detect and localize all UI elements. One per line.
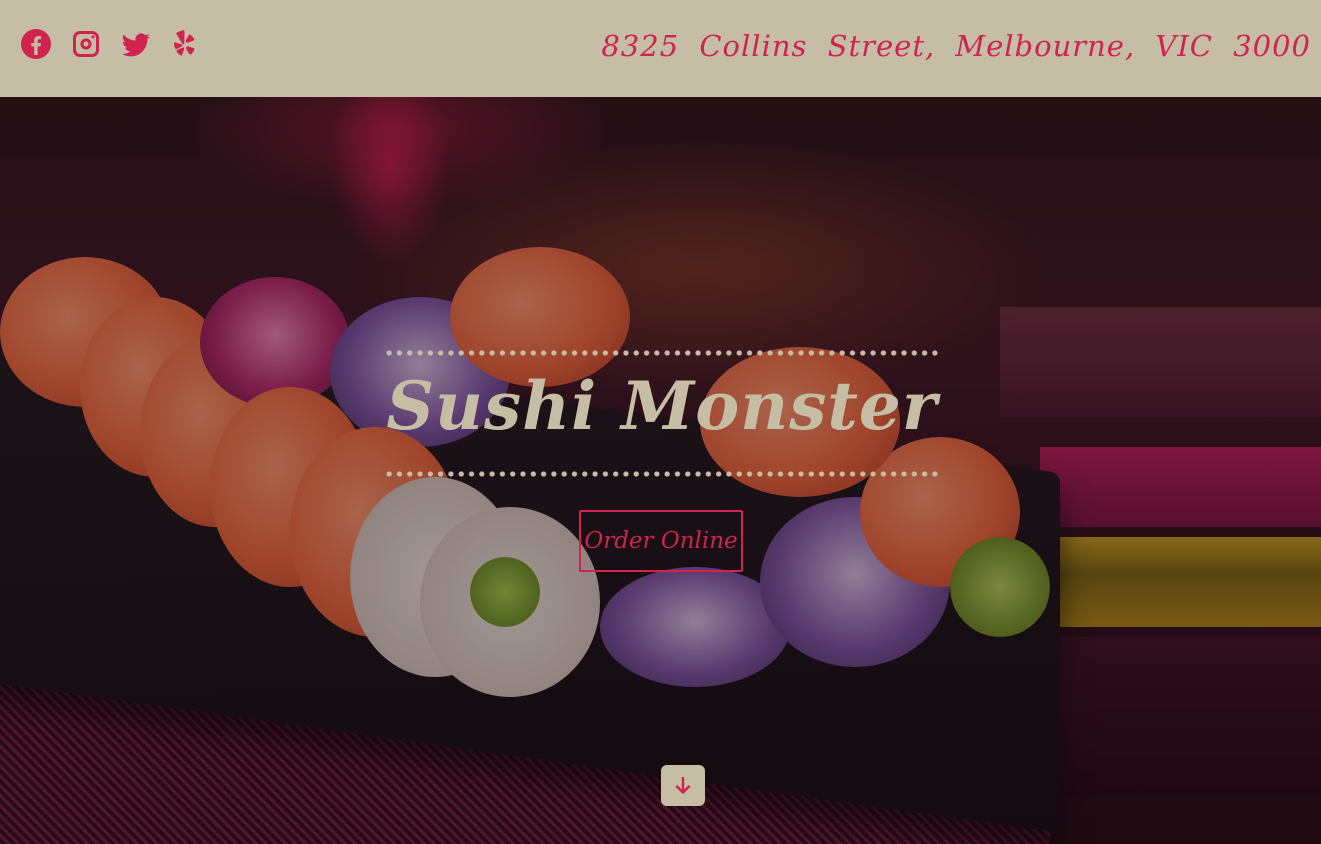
arrow-down-icon [675,776,691,794]
facebook-link[interactable] [20,27,52,61]
yelp-link[interactable] [170,27,202,61]
twitter-link[interactable] [120,27,152,61]
hero-section: Sushi Monster Order Online [0,97,1321,844]
title-divider-top [384,350,940,356]
hero-title: Sushi Monster [386,367,938,445]
twitter-icon [121,32,150,56]
instagram-link[interactable] [70,27,102,61]
instagram-icon [73,30,99,57]
social-links [20,27,202,61]
facebook-icon [21,28,51,59]
address-text: 8325 Collins Street, Melbourne, VIC 3000 [601,28,1311,63]
yelp-icon [174,29,195,55]
order-online-button[interactable]: Order Online [579,510,743,572]
scroll-down-button[interactable] [661,765,705,806]
top-bar: 8325 Collins Street, Melbourne, VIC 3000 [0,0,1321,97]
title-divider-bottom [384,471,940,477]
